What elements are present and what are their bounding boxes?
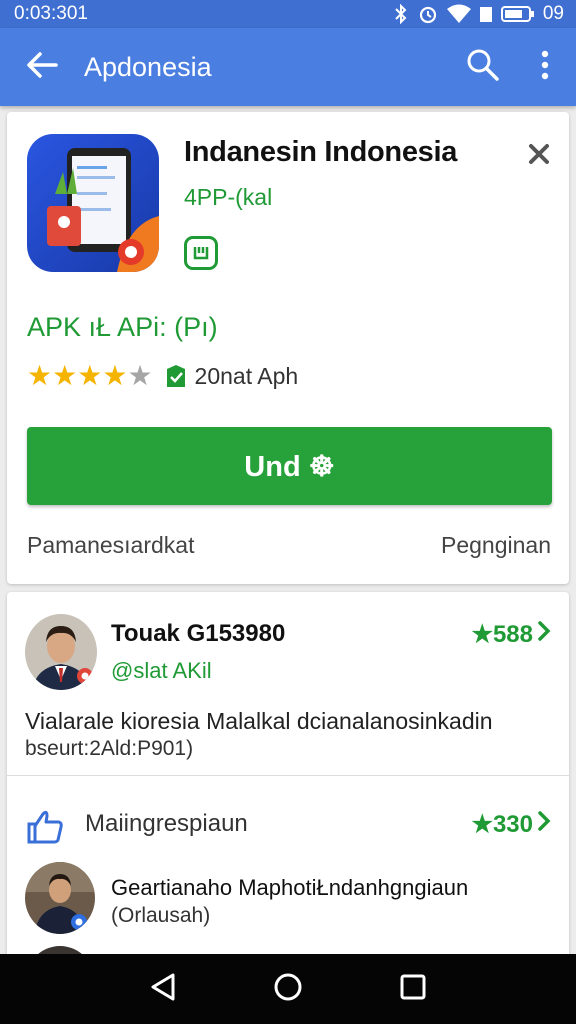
nav-recents-button[interactable] [383, 959, 443, 1019]
chevron-right-icon [537, 810, 551, 839]
star-empty-icon: ★ [127, 360, 153, 391]
battery-level: 09 [542, 3, 564, 24]
star-filled-icon: ★ [52, 360, 78, 391]
review-text: Vialarale kioresia Malalkal dcianalanosi… [25, 708, 493, 734]
bluetooth-icon [393, 4, 409, 24]
divider [7, 775, 569, 776]
reviews-card: Touak G153980 @slat AKil ★588 Vialarale … [7, 592, 569, 962]
reviewer-name: Touak G153980 [111, 620, 286, 647]
review-meta: bseurt:2Ald:P901) [25, 737, 194, 760]
shield-icon [165, 363, 187, 389]
signal-icon [479, 4, 493, 24]
install-button[interactable]: Und ☸ [27, 427, 552, 505]
badge-icon [184, 236, 218, 270]
nav-home-icon [273, 972, 303, 1007]
nav-recents-icon [399, 973, 427, 1006]
more-vert-icon [540, 50, 550, 85]
thumb-up-icon [25, 806, 65, 846]
star-filled-icon: ★ [27, 360, 53, 391]
reviewer-handle[interactable]: (Orlausah) [111, 904, 210, 928]
star-filled-icon: ★ [102, 360, 128, 391]
review-score[interactable]: ★588 [471, 620, 551, 649]
dismiss-button[interactable] [525, 142, 553, 170]
close-icon [528, 143, 550, 170]
info-link-left[interactable]: Pamanesıardkat [27, 532, 194, 559]
reviewer-handle[interactable]: @slat AKil [111, 658, 212, 684]
nav-home-button[interactable] [258, 959, 318, 1019]
back-button[interactable] [0, 28, 84, 106]
developer-name[interactable]: 4PP-(kal [184, 184, 272, 211]
app-bar-title: Apdonesia [84, 51, 212, 82]
apk-info: APK ıŁ APi: (Pı) [27, 312, 218, 342]
app-details-card: Indanesin Indonesia 4PP-(kal APK ıŁ APi:… [7, 112, 569, 584]
chevron-right-icon [537, 620, 551, 649]
battery-icon [500, 5, 535, 23]
nav-back-icon [149, 972, 177, 1007]
rating-row: ★ ★ ★ ★ ★ 20nat Aph [27, 362, 298, 390]
nav-back-button[interactable] [133, 959, 193, 1019]
review-score-value: ★588 [471, 621, 533, 648]
star-filled-icon: ★ [77, 360, 103, 391]
search-icon [466, 48, 500, 87]
search-button[interactable] [452, 28, 514, 106]
info-link-right[interactable]: Pegnginan [441, 532, 551, 559]
app-bar: Apdonesia [0, 28, 576, 106]
rating-stars: ★ ★ ★ ★ ★ [27, 362, 153, 390]
system-nav-bar [0, 954, 576, 1024]
download-count: 20nat Aph [194, 362, 299, 389]
app-name: Indanesin Indonesia [184, 136, 458, 168]
back-arrow-icon [26, 51, 58, 84]
app-icon [27, 134, 159, 272]
alarm-icon [417, 3, 439, 25]
section-score[interactable]: ★330 [471, 810, 551, 839]
reviewer-name: Geartianaho MaphotiŁndanhgngiaun [111, 875, 469, 900]
status-time: 0:03:301 [14, 3, 88, 24]
section-score-value: ★330 [471, 811, 533, 838]
avatar[interactable] [25, 862, 95, 934]
wifi-icon [446, 4, 471, 24]
avatar[interactable] [25, 614, 97, 690]
section-title: Maiingrespiaun [85, 810, 248, 837]
status-bar: 0:03:301 09 [0, 0, 576, 28]
status-icons: 09 [393, 3, 564, 25]
overflow-menu-button[interactable] [514, 28, 576, 106]
